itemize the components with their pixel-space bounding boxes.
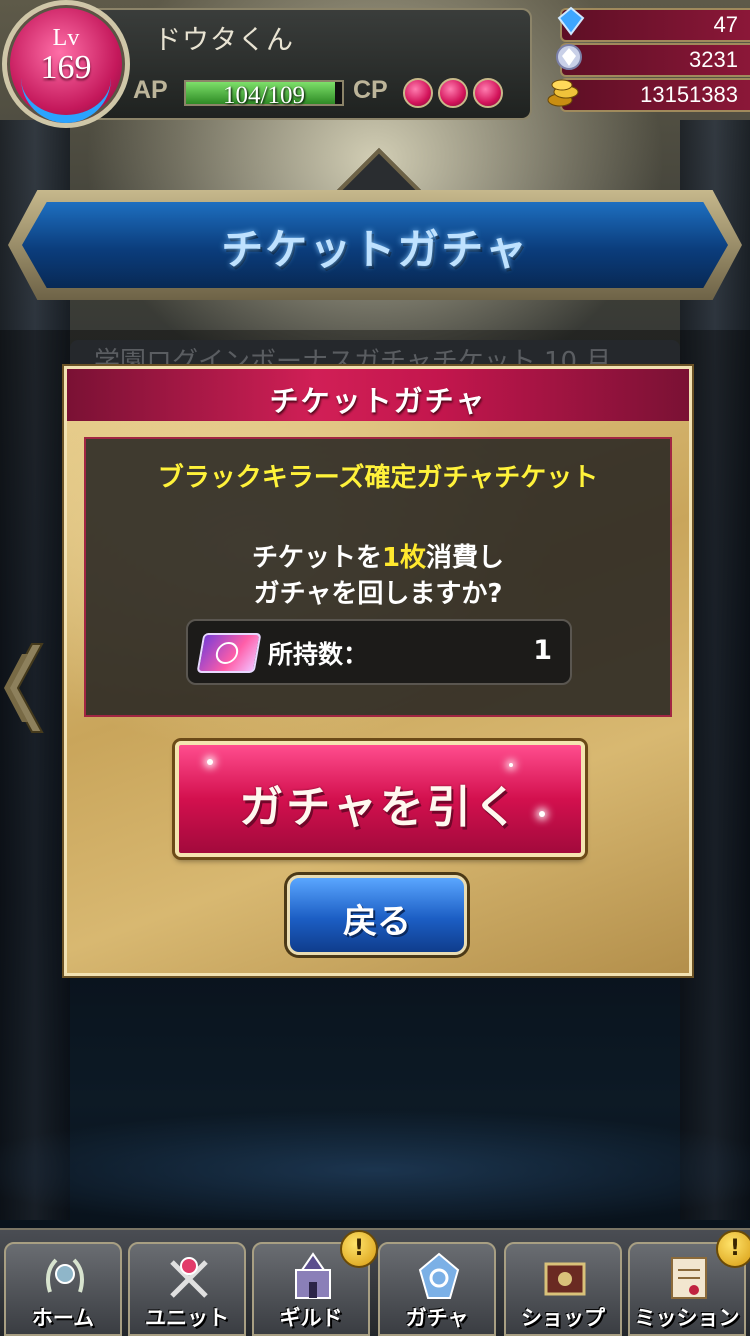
confirm-count: 1枚	[381, 543, 427, 573]
currency-row-crystal[interactable]: 47	[560, 8, 750, 42]
nav-shop-label: ショップ	[521, 1306, 605, 1330]
currency-row-gold[interactable]: 13151383	[560, 78, 750, 112]
player-name: ドウタくん	[154, 25, 294, 56]
cp-point-1	[403, 78, 433, 108]
currency-row-gem[interactable]: 3231	[560, 43, 750, 77]
shop-chest-icon	[544, 1262, 586, 1296]
cp-point-2	[438, 78, 468, 108]
dialog-header: チケットガチャ	[67, 369, 689, 421]
nav-unit-label: ユニット	[145, 1306, 229, 1330]
ticket-info-panel: ブラックキラーズ確定ガチャチケット チケットを1枚消費し ガチャを回しますか? …	[84, 437, 672, 717]
page-title: チケットガチャ	[221, 225, 529, 274]
level-value: 169	[40, 49, 92, 86]
home-wreath-icon	[46, 1258, 84, 1293]
sparkle	[509, 763, 513, 767]
owned-label: 所持数：	[268, 640, 369, 669]
nav-mission-label: ミッション	[634, 1306, 740, 1330]
draw-gacha-button[interactable]: ガチャを引く	[175, 741, 585, 857]
level-label: Lv	[52, 25, 80, 51]
owned-value: 1	[533, 635, 552, 666]
mission-alert-badge: !	[716, 1230, 750, 1268]
nav-guild-label: ギルド	[279, 1306, 343, 1330]
nav-home-label: ホーム	[31, 1306, 95, 1330]
cp-point-3	[473, 78, 503, 108]
nav-gacha-label: ガチャ	[405, 1306, 469, 1330]
draw-gacha-label: ガチャを引く	[239, 782, 521, 833]
mission-scroll-icon	[671, 1257, 707, 1299]
gem-count: 3231	[689, 47, 738, 72]
guild-castle-icon	[295, 1252, 331, 1299]
confirm-message-line2: ガチャを回しますか?	[253, 579, 503, 609]
dialog-title: チケットガチャ	[269, 384, 487, 418]
ap-label: AP	[133, 76, 168, 104]
confirm-message-line1: チケットを1枚消費し	[86, 537, 670, 574]
back-label: 戻る	[343, 902, 411, 942]
nav-gacha[interactable]: ガチャ	[378, 1242, 496, 1336]
gold-coins-icon	[547, 79, 579, 107]
nav-shop[interactable]: ショップ	[504, 1242, 622, 1336]
level-badge[interactable]: Lv 169	[2, 0, 130, 128]
owned-count-box: 所持数： 1	[186, 619, 572, 685]
ap-value: 104/109	[223, 82, 305, 109]
blue-crystal-icon	[557, 6, 585, 36]
back-button[interactable]: 戻る	[287, 875, 467, 955]
gold-count: 13151383	[640, 82, 738, 107]
bottom-navigation: ホーム ユニット ギルド ! ガチャ ショップ ミッション !	[0, 1228, 750, 1336]
white-gem-icon	[556, 44, 582, 70]
confirm-prefix: チケットを	[251, 543, 382, 573]
gacha-confirm-dialog: チケットガチャ ブラックキラーズ確定ガチャチケット チケットを1枚消費し ガチャ…	[64, 366, 692, 976]
crystal-count: 47	[713, 12, 738, 37]
title-banner: チケットガチャ	[8, 147, 742, 300]
nav-mission[interactable]: ミッション !	[628, 1230, 750, 1336]
guild-alert-badge: !	[340, 1230, 378, 1268]
nav-guild[interactable]: ギルド !	[252, 1230, 378, 1336]
status-bar: Lv 169 ドウタくん AP 104/109 CP 47 3231 13151…	[0, 0, 750, 128]
sparkle	[207, 759, 213, 765]
nav-home[interactable]: ホーム	[4, 1242, 122, 1336]
ticket-icon	[196, 633, 262, 673]
nav-unit[interactable]: ユニット	[128, 1242, 246, 1336]
gacha-crystal-icon	[418, 1252, 460, 1299]
unit-swords-icon	[170, 1257, 208, 1298]
confirm-suffix: 消費し	[426, 543, 505, 573]
ticket-name: ブラックキラーズ確定ガチャチケット	[157, 463, 599, 493]
cp-label: CP	[353, 76, 388, 104]
